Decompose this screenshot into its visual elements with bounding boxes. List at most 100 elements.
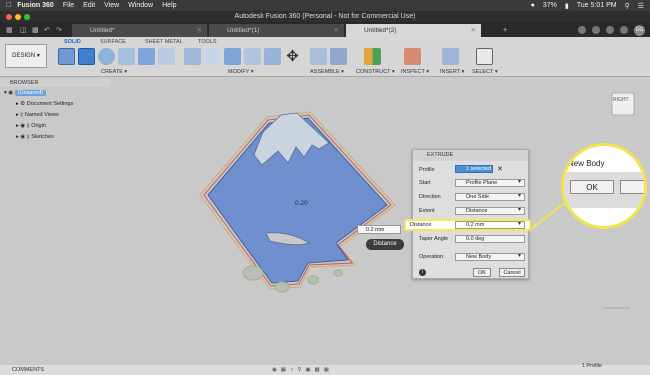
redo-icon[interactable]: ↷ [56, 24, 70, 37]
hole-icon[interactable] [118, 48, 135, 65]
clear-selection-icon[interactable]: ✕ [497, 165, 503, 173]
tab-sheet-metal[interactable]: SHEET METAL [145, 39, 183, 45]
assemble-menu[interactable]: ASSEMBLE ▾ [310, 69, 344, 75]
chevron-down-icon: ▾ [517, 221, 521, 227]
tab-solid[interactable]: SOLID [64, 39, 81, 45]
job-status-icon[interactable] [592, 26, 600, 34]
construct-menu[interactable]: CONSTRUCT ▾ [356, 69, 395, 75]
cancel-button[interactable]: Cancel [499, 268, 525, 277]
browser-item-sketches[interactable]: ▸ ◉ ▮ Sketches [0, 131, 110, 142]
visibility-icon[interactable]: ◉ [20, 123, 25, 129]
insert-image-icon[interactable] [442, 48, 459, 65]
move-icon[interactable]: ✥ [284, 48, 301, 65]
apple-icon[interactable]:  [6, 2, 11, 9]
distance-row-highlight: Distance 0.2 mm ▾ [404, 219, 531, 231]
expand-icon[interactable]: ▸ [16, 134, 19, 140]
tab-surface[interactable]: SURFACE [100, 39, 126, 45]
start-select[interactable]: Profile Plane ▾ [455, 179, 525, 187]
shell-icon[interactable] [244, 48, 261, 65]
workspace-switcher[interactable]: DESIGN ▾ [5, 44, 47, 68]
notifications-icon[interactable] [606, 26, 614, 34]
zoom-window-icon[interactable] [24, 14, 30, 20]
comments-bar[interactable]: COMMENTS ◉▦○⚲▣▩▦ [0, 365, 650, 375]
expand-icon[interactable]: ▾ [4, 90, 7, 96]
zoom-cancel-button[interactable] [620, 180, 644, 194]
browser-item-origin[interactable]: ▸ ◉ ▮ Origin [0, 120, 110, 131]
create-menu[interactable]: CREATE ▾ [101, 69, 127, 75]
combine-icon[interactable] [158, 48, 175, 65]
offset-plane-icon[interactable] [364, 48, 381, 65]
document-settings-label: Document Settings [26, 100, 74, 107]
tab-untitled-1[interactable]: Untitled*(1) ✕ [209, 24, 344, 37]
save-icon[interactable]: ▩ [32, 24, 44, 37]
menu-list-icon[interactable]: ☰ [638, 2, 644, 10]
battery-icon[interactable]: ▮ [565, 2, 569, 10]
measure-icon[interactable] [404, 48, 421, 65]
assemble-label: ASSEMBLE [310, 69, 340, 75]
revolve-icon[interactable] [98, 48, 115, 65]
wifi-icon[interactable]: ● [531, 2, 535, 9]
file-icon[interactable]: ◫ [20, 24, 32, 37]
dimension-label: 0.20 [295, 200, 308, 207]
distance-manipulator-input[interactable]: 0.2 mm [357, 225, 401, 234]
menu-window[interactable]: Window [128, 2, 153, 9]
browser-item-root[interactable]: ▾ ◉ (Unsaved) [0, 87, 110, 98]
menu-file[interactable]: File [63, 2, 74, 9]
search-icon[interactable]: ⚲ [625, 2, 630, 10]
navigation-icons[interactable]: ◉▦○⚲▣▩▦ [272, 365, 333, 375]
expand-icon[interactable]: ▸ [16, 101, 19, 107]
menu-help[interactable]: Help [162, 2, 176, 9]
close-tab-icon[interactable]: ✕ [471, 24, 476, 37]
browser-item-document-settings[interactable]: ▸ ⚙ Document Settings [0, 98, 110, 109]
minimize-window-icon[interactable] [15, 14, 21, 20]
data-panel-icon[interactable]: ▦ [6, 24, 20, 37]
extrude-icon[interactable] [78, 48, 95, 65]
pattern-icon[interactable] [138, 48, 155, 65]
zoom-ok-button[interactable]: OK [570, 180, 614, 194]
fillet-icon[interactable] [204, 48, 221, 65]
inspect-menu[interactable]: INSPECT ▾ [401, 69, 429, 75]
app-menu[interactable]: Fusion 360 [17, 2, 54, 9]
insert-menu[interactable]: INSERT ▾ [440, 69, 464, 75]
taper-angle-input[interactable]: 0.0 deg [455, 235, 525, 243]
modify-menu[interactable]: MODIFY ▾ [228, 69, 254, 75]
chamfer-icon[interactable] [224, 48, 241, 65]
expand-icon[interactable]: ▸ [16, 112, 19, 118]
select-label: SELECT [472, 69, 494, 75]
clock[interactable]: Tue 5:01 PM [577, 2, 617, 9]
tab-tools[interactable]: TOOLS [198, 39, 217, 45]
tab-untitled[interactable]: Untitled* ✕ [72, 24, 207, 37]
info-icon[interactable]: i [419, 269, 426, 276]
browser-item-named-views[interactable]: ▸ ▮ Named Views [0, 109, 110, 120]
close-window-icon[interactable] [6, 14, 12, 20]
joint-icon[interactable] [330, 48, 347, 65]
distance-input[interactable]: 0.2 mm ▾ [455, 221, 525, 229]
ok-button[interactable]: OK [473, 268, 491, 277]
scale-icon[interactable] [264, 48, 281, 65]
expand-icon[interactable]: ▸ [16, 123, 19, 129]
new-component-icon[interactable] [310, 48, 327, 65]
direction-select[interactable]: One Side ▾ [455, 193, 525, 201]
visibility-icon[interactable]: ◉ [8, 90, 13, 96]
operation-select[interactable]: New Body ▾ [455, 253, 525, 261]
insert-label: INSERT [440, 69, 460, 75]
menu-bar:  Fusion 360 File Edit View Window Help … [0, 0, 650, 11]
select-menu[interactable]: SELECT ▾ [472, 69, 498, 75]
visibility-icon[interactable]: ◉ [20, 134, 25, 140]
extensions-icon[interactable] [578, 26, 586, 34]
close-tab-icon[interactable]: ✕ [334, 24, 339, 37]
extent-select[interactable]: Distance ▾ [455, 207, 525, 215]
user-avatar[interactable]: GG [634, 25, 645, 36]
tab-untitled-2[interactable]: Untitled*(2) ✕ [346, 24, 481, 37]
undo-icon[interactable]: ↶ [44, 24, 56, 37]
close-tab-icon[interactable]: ✕ [197, 24, 202, 37]
new-tab-icon[interactable]: + [503, 24, 507, 37]
status-text: 1 Profile [581, 363, 602, 369]
select-icon[interactable] [476, 48, 493, 65]
create-sketch-icon[interactable] [58, 48, 75, 65]
profile-selection[interactable]: 1 selected [455, 165, 493, 173]
menu-view[interactable]: View [104, 2, 119, 9]
menu-edit[interactable]: Edit [83, 2, 95, 9]
help-icon[interactable] [620, 26, 628, 34]
press-pull-icon[interactable] [184, 48, 201, 65]
